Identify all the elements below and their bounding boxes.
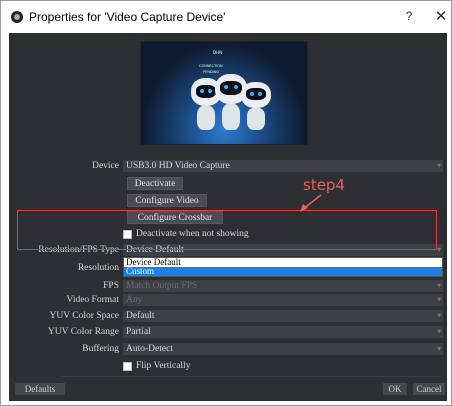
buffering-select[interactable]: Auto-Detect ▾ (123, 343, 443, 355)
chevron-down-icon: ▾ (436, 295, 441, 304)
flip-vertically-checkbox[interactable] (123, 362, 132, 371)
device-label: Device (92, 161, 119, 171)
defaults-button[interactable]: Defaults (15, 383, 65, 395)
configure-video-button[interactable]: Configure Video (127, 194, 207, 207)
yuv-color-range-select[interactable]: Partial ▾ (123, 326, 443, 338)
device-select[interactable]: USB3.0 HD Video Capture ▾ (123, 160, 443, 172)
deactivate-when-not-showing-checkbox[interactable] (123, 230, 132, 239)
obs-app-icon (11, 11, 23, 23)
ok-button[interactable]: OK (383, 383, 407, 395)
window-title: Properties for 'Video Capture Device' (29, 10, 226, 24)
chevron-down-icon: ▾ (436, 311, 441, 320)
dropdown-option-device-default[interactable]: Device Default (124, 258, 442, 267)
yuv-color-space-select[interactable]: Default ▾ (123, 310, 443, 322)
chevron-down-icon: ▾ (436, 327, 441, 336)
video-format-label: Video Format (66, 295, 119, 305)
video-preview: DHN CONNECTION PENDING (140, 41, 308, 145)
chevron-down-icon: ▾ (436, 344, 441, 353)
properties-window: Properties for 'Video Capture Device' ? … (0, 0, 452, 406)
resolution-fps-type-label: Resolution/FPS Type (38, 245, 119, 255)
flip-vertically-label: Flip Vertically (136, 361, 191, 371)
resolution-fps-type-dropdown: Device Default Custom (123, 257, 443, 277)
yuv-color-range-label: YUV Color Range (47, 327, 119, 337)
fps-value: Match Output FPS (126, 281, 198, 291)
cancel-button[interactable]: Cancel (413, 383, 445, 395)
dialog-footer: Defaults OK Cancel (9, 377, 447, 401)
fps-label: FPS (103, 281, 119, 291)
chevron-down-icon: ▾ (436, 281, 441, 290)
buffering-value: Auto-Detect (126, 344, 173, 354)
deactivate-when-not-showing-label: Deactivate when not showing (136, 229, 249, 239)
yuv-color-range-value: Partial (126, 327, 151, 337)
yuv-color-space-label: YUV Color Space (49, 311, 119, 321)
resolution-label: Resolution (77, 263, 119, 273)
configure-crossbar-button[interactable]: Configure Crossbar (127, 211, 223, 224)
preview-logo-text: DHN (213, 50, 223, 55)
fps-select[interactable]: Match Output FPS ▾ (123, 280, 443, 292)
title-bar: Properties for 'Video Capture Device' ? … (1, 1, 451, 33)
device-select-value: USB3.0 HD Video Capture (126, 161, 230, 171)
video-format-value: Any (126, 295, 143, 305)
preview-text-line1: CONNECTION (199, 64, 223, 68)
resolution-fps-type-value: Device Default (126, 245, 184, 255)
buffering-label: Buffering (82, 344, 119, 354)
help-button[interactable]: ? (401, 9, 417, 23)
deactivate-button[interactable]: Deactivate (127, 177, 183, 190)
yuv-color-space-value: Default (126, 311, 155, 321)
robot-right-image (241, 80, 271, 136)
close-button[interactable]: ✕ (433, 7, 449, 25)
chevron-down-icon: ▾ (436, 161, 441, 170)
resolution-fps-type-select[interactable]: Device Default ▾ (123, 244, 443, 256)
dropdown-option-custom[interactable]: Custom (124, 267, 442, 276)
annotation-arrow-icon (300, 194, 322, 212)
chevron-down-icon: ▾ (436, 245, 441, 254)
annotation-step-label: step4 (303, 176, 345, 194)
properties-panel: DHN CONNECTION PENDING Device USB3.0 HD … (9, 33, 447, 401)
video-format-select[interactable]: Any ▾ (123, 294, 443, 306)
